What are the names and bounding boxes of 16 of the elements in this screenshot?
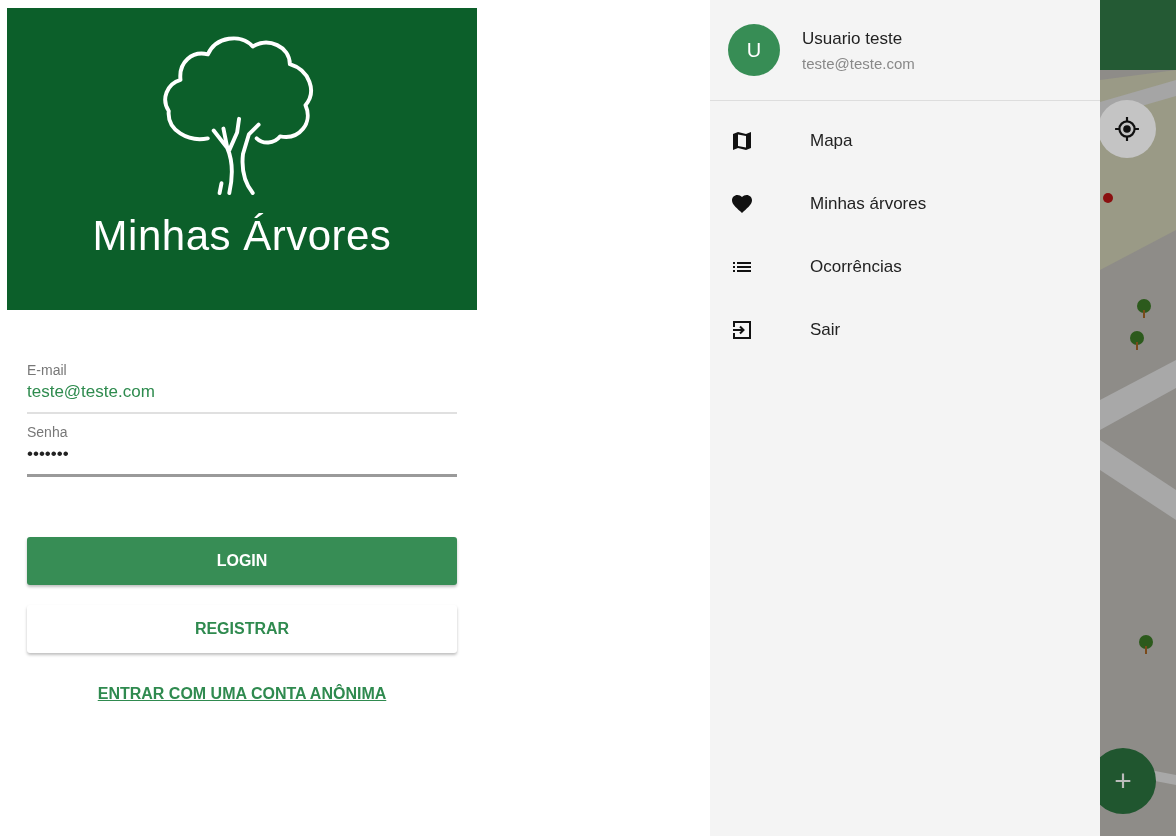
field-label: Senha	[27, 424, 69, 440]
user-name: Usuario teste	[802, 28, 904, 49]
drawer-item[interactable]: Sair	[710, 298, 1100, 361]
crosshair-icon	[1114, 116, 1140, 142]
drawer-item[interactable]: Mapa	[710, 109, 1100, 172]
drawer-item[interactable]: Minhas árvores	[710, 172, 1100, 235]
drawer-item[interactable]: Ocorrências	[710, 235, 1100, 298]
text-input[interactable]: teste@teste.com	[27, 378, 457, 414]
anonymous-login-link[interactable]: ENTRAR COM UMA CONTA ANÔNIMA	[97, 685, 387, 703]
register-button[interactable]: REGISTRAR	[27, 605, 457, 653]
user-email: teste@teste.com	[802, 54, 915, 72]
text-input[interactable]: •••••••	[27, 440, 457, 477]
app-title: Minhas Árvores	[92, 212, 392, 260]
field-label: E-mail	[27, 362, 68, 378]
user-avatar: U	[728, 24, 780, 76]
login-button[interactable]: LOGIN	[27, 537, 457, 585]
